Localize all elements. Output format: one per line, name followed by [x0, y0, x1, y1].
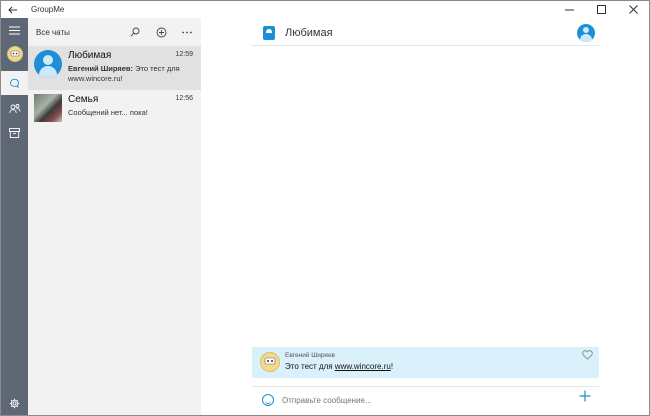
search-button[interactable]: [129, 26, 141, 38]
plus-icon: [579, 390, 591, 402]
chat-preview-text: Сообщений нет... пока!: [68, 108, 148, 117]
chat-time: 12:59: [175, 51, 193, 58]
profile-avatar-button[interactable]: [1, 42, 28, 66]
chat-list-title: Все чаты: [36, 27, 70, 37]
message-composer: [252, 386, 599, 414]
hamburger-icon: [9, 26, 20, 34]
chat-list-header: Все чаты: [28, 18, 201, 46]
title-bar: GroupMe: [1, 1, 649, 18]
gear-icon: [9, 398, 20, 408]
message-avatar: [260, 352, 280, 372]
avatar: [6, 46, 23, 62]
avatar-face-icon: [10, 50, 19, 57]
app-window: GroupMe Все чаты Любимая 12:59 Евгений Ш…: [0, 0, 650, 416]
chat-row-lyubimaya[interactable]: Любимая 12:59 Евгений Ширяев: Это тест д…: [28, 46, 201, 90]
conversation-panel: Любимая Евгений Ширяев Это тест для www.…: [201, 18, 649, 415]
message-link[interactable]: www.wincore.ru: [335, 362, 391, 371]
add-chat-icon: [156, 27, 166, 37]
conversation-header: Любимая: [251, 20, 599, 46]
window-title: GroupMe: [31, 5, 65, 14]
chat-name: Любимая: [68, 50, 112, 61]
heart-icon: [582, 350, 593, 360]
back-button[interactable]: [1, 1, 25, 18]
attach-button[interactable]: [579, 390, 591, 406]
chat-list-panel: Все чаты Любимая 12:59 Евгений Ширяев: Э…: [28, 18, 201, 415]
chat-name: Семья: [68, 94, 99, 105]
group-icon: [263, 25, 275, 40]
message-sender: Евгений Ширяев: [285, 352, 336, 359]
more-options-button[interactable]: [181, 26, 193, 38]
maximize-button[interactable]: [585, 1, 617, 18]
archive-icon: [9, 128, 20, 138]
chat-time: 12:56: [175, 95, 193, 102]
like-button[interactable]: [582, 350, 593, 363]
chat-preview-sender: Евгений Ширяев:: [68, 64, 134, 73]
search-icon: [130, 27, 140, 37]
message-bubble[interactable]: Евгений Ширяев Это тест для www.wincore.…: [252, 347, 599, 378]
chat-photo-thumbnail: [34, 94, 62, 122]
hamburger-menu-button[interactable]: [1, 18, 28, 42]
chat-preview: Евгений Ширяев: Это тест для www.wincore…: [68, 64, 190, 84]
minimize-button[interactable]: [553, 1, 585, 18]
conversation-avatar[interactable]: [577, 24, 595, 42]
window-controls: [553, 1, 649, 18]
nav-contacts-button[interactable]: [1, 96, 28, 120]
avatar-face-icon: [264, 357, 276, 365]
nav-chats-button[interactable]: [1, 71, 28, 95]
chat-bubble-icon: [10, 78, 19, 88]
chat-row-semya[interactable]: Семья 12:56 Сообщений нет... пока!: [28, 90, 201, 134]
close-icon: [628, 5, 638, 14]
nav-archive-button[interactable]: [1, 121, 28, 145]
contacts-icon: [8, 103, 21, 113]
emoji-button[interactable]: [262, 394, 274, 406]
nav-rail: [1, 18, 28, 415]
new-chat-button[interactable]: [155, 26, 167, 38]
settings-button[interactable]: [1, 391, 28, 415]
minimize-icon: [564, 9, 574, 11]
message-input[interactable]: [282, 393, 542, 407]
conversation-title: Любимая: [285, 26, 333, 39]
back-arrow-icon: [8, 6, 17, 13]
message-text-after: !: [390, 362, 394, 371]
chat-preview: Сообщений нет... пока!: [68, 108, 190, 118]
maximize-icon: [596, 5, 606, 14]
more-dots-icon: [182, 31, 192, 33]
message-text: Это тест для www.wincore.ru!: [285, 362, 393, 371]
close-button[interactable]: [617, 1, 649, 18]
chat-avatar: [34, 50, 62, 78]
message-text-before: Это тест для: [285, 362, 335, 371]
